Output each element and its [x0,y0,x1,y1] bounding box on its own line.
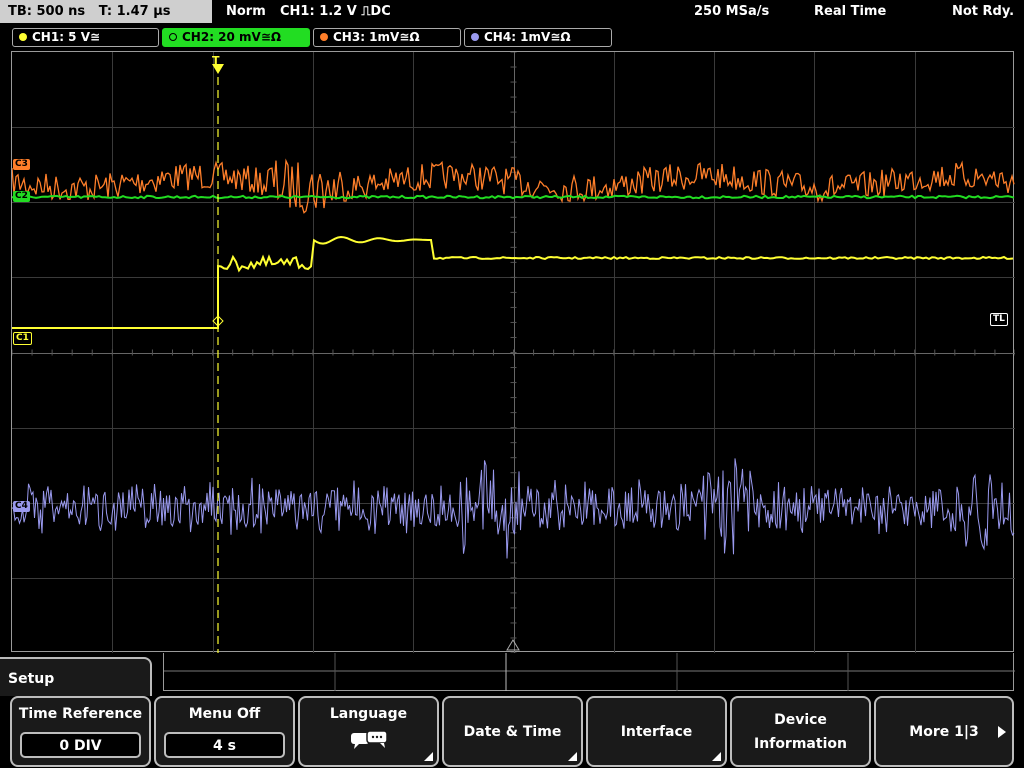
chevron-right-icon [998,726,1006,738]
menu-off-softkey[interactable]: Menu Off 4 s [154,696,295,767]
zoom-strip [163,653,1015,691]
sample-rate: 250 MSa/s [694,4,770,19]
time-reference-value: 0 DIV [20,732,141,758]
channel-4-dot-icon [471,33,479,41]
acquisition-mode: Real Time [814,4,887,19]
trigger-mode[interactable]: Norm [226,0,266,24]
channel-1-marker[interactable]: C1 [13,332,32,345]
channel-4-marker[interactable]: C4 [13,501,30,512]
channel-bar: CH1: 5 V≅ CH2: 20 mV≅Ω CH3: 1mV≅Ω CH4: 1… [0,25,1024,49]
zoom-strip-grid [164,653,1015,691]
device-information-softkey[interactable]: Device Information [730,696,871,767]
channel-3-trace [12,158,1015,214]
menu-off-value: 4 s [164,732,285,758]
more-softkey[interactable]: More 1|3 [874,696,1014,767]
channel-4-tab[interactable]: CH4: 1mV≅Ω [464,28,612,47]
timebase: TB: 500 ns [8,4,86,19]
softkey-corner-icon [424,752,433,761]
channel-1-dot-icon [19,33,27,41]
channel-2-marker[interactable]: C2 [13,191,30,202]
softkey-bar: Time Reference 0 DIV Menu Off 4 s Langua… [0,696,1024,768]
speech-bubble-icon [350,730,390,756]
waveforms [12,64,1015,653]
channel-2-tab[interactable]: CH2: 20 mV≅Ω [162,28,310,47]
softkey-corner-icon [712,752,721,761]
center-marker-icon [506,639,520,651]
channel-2-dot-icon [169,33,177,41]
run-state: Not Rdy. [952,4,1015,19]
channel-2-trace [12,194,1015,200]
language-softkey[interactable]: Language [298,696,439,767]
trigger-position-marker[interactable]: T [212,54,220,67]
timebase-readout[interactable]: TB: 500 ns T: 1.47 µs [0,0,212,23]
graticule [12,52,1015,653]
trigger-time: T: 1.47 µs [98,4,171,19]
channel-1-tab[interactable]: CH1: 5 V≅ [12,28,159,47]
channel-4-trace [12,458,1015,559]
waveform-display[interactable]: C3 C2 C1 C4 TL T [11,51,1015,653]
waveform-canvas [12,52,1015,653]
channel-1-trace [12,235,1014,329]
trigger-level-marker[interactable]: TL [990,313,1008,326]
channel-3-tab[interactable]: CH3: 1mV≅Ω [313,28,461,47]
time-reference-softkey[interactable]: Time Reference 0 DIV [10,696,151,767]
channel-3-dot-icon [320,33,328,41]
channel-3-marker[interactable]: C3 [13,159,30,170]
trigger-setting[interactable]: CH1: 1.2 V ⎍DC [280,0,391,24]
status-bar: TB: 500 ns T: 1.47 µs Norm CH1: 1.2 V ⎍D… [0,0,1024,24]
date-time-softkey[interactable]: Date & Time [442,696,583,767]
softkey-corner-icon [568,752,577,761]
menu-title: Setup [0,657,152,697]
interface-softkey[interactable]: Interface [586,696,727,767]
